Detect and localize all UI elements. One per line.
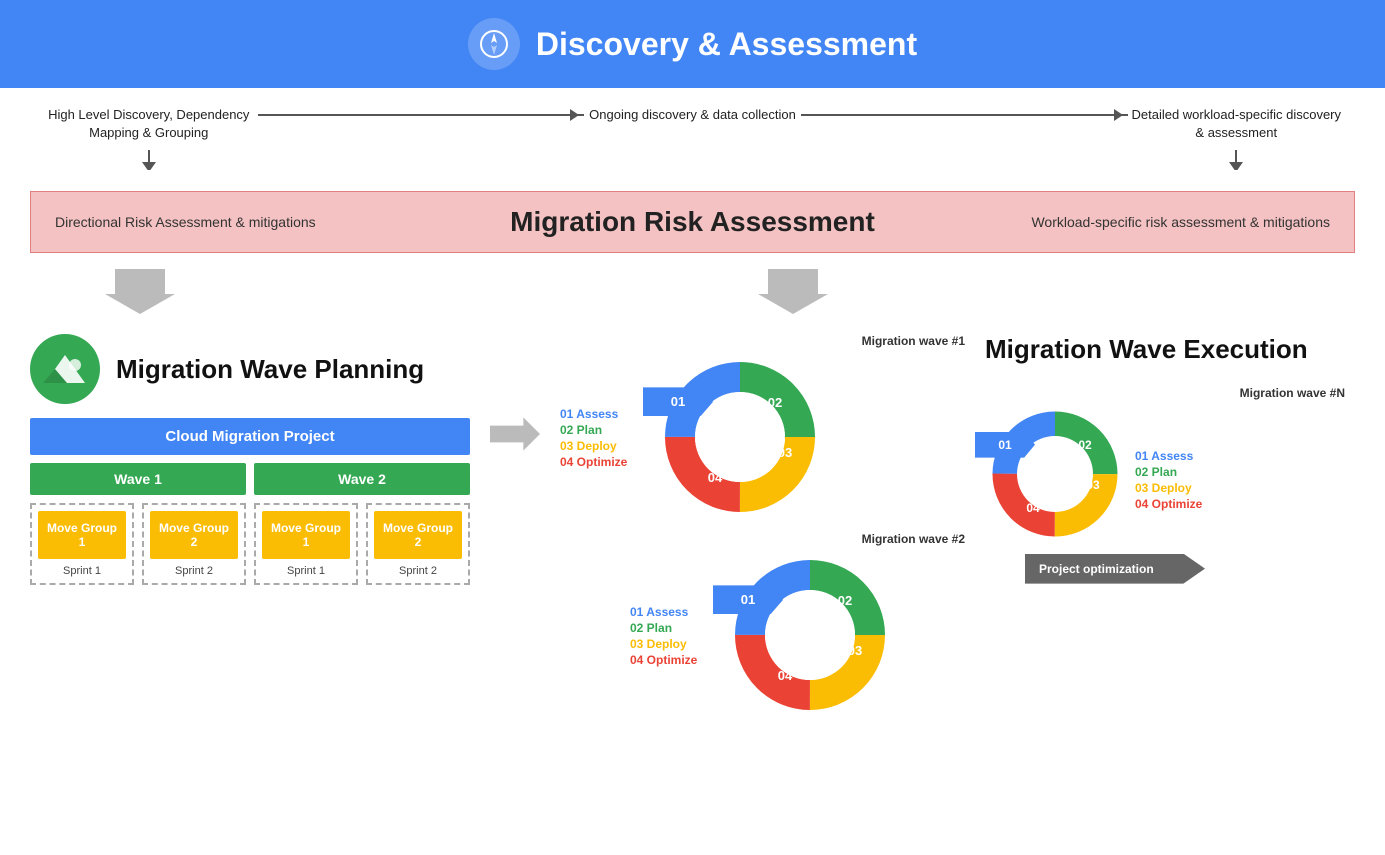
svg-text:04: 04 [778,668,793,683]
wave2-tab: 01 [713,585,783,614]
wave-2-section: Migration wave #2 01 Assess 02 Plan 03 D… [630,532,965,720]
move-group-2: Move Group 2 [150,511,238,559]
mountain-icon [30,334,100,404]
wave2-label: Migration wave #2 [630,532,965,546]
svg-text:03: 03 [1086,478,1100,492]
wave1-donut: 01 02 03 04 [655,352,825,522]
mwe-title: Migration Wave Execution [985,334,1355,365]
legend-02-waveN: 02 Plan [1135,465,1202,479]
discovery-arrow-right-2 [801,106,1127,116]
legend-02-wave1: 02 Plan [560,423,645,437]
waves-diagram: Migration wave #1 01 Assess 02 Plan 03 D… [550,334,975,720]
project-optimization-row: Project optimization [1025,554,1355,584]
mwp-header: Migration Wave Planning [30,334,470,404]
waves-row: Wave 1 Wave 2 [30,463,470,495]
waveN-legend: 01 Assess 02 Plan 03 Deploy 04 Optimize [1135,404,1202,511]
compass-icon [468,18,520,70]
move-group-container-3: Move Group 1 Sprint 1 [254,503,358,585]
wave2-legend: 01 Assess 02 Plan 03 Deploy 04 Optimize [630,550,715,667]
legend-03-waveN: 03 Deploy [1135,481,1202,495]
mwp-title: Migration Wave Planning [116,354,424,385]
move-group-4: Move Group 2 [374,511,462,559]
left-panel: Migration Wave Planning Cloud Migration … [30,334,480,585]
cloud-project-bar: Cloud Migration Project [30,418,470,455]
legend-01-wave1: 01 Assess [560,407,645,421]
project-optimization-arrow: Project optimization [1025,554,1205,584]
risk-assessment-bar: Directional Risk Assessment & mitigation… [30,191,1355,253]
move-group-container-2: Move Group 2 Sprint 2 [142,503,246,585]
sprint-label-3: Sprint 1 [287,565,325,577]
svg-text:03: 03 [848,643,862,658]
svg-text:02: 02 [1078,438,1092,452]
legend-04-wave1: 04 Optimize [560,455,645,469]
waveN-section: Migration wave #N 01 02 03 04 [985,386,1355,544]
risk-right-text: Workload-specific risk assessment & miti… [966,214,1330,230]
move-group-container-4: Move Group 2 Sprint 2 [366,503,470,585]
wave1-label: Migration wave #1 [560,334,965,348]
main-content: Migration Wave Planning Cloud Migration … [0,324,1385,740]
discovery-arrow-right-1 [258,106,584,116]
legend-03-wave1: 03 Deploy [560,439,645,453]
svg-text:02: 02 [768,395,782,410]
sprint-label-4: Sprint 2 [399,565,437,577]
sprint-label-2: Sprint 2 [175,565,213,577]
risk-left-text: Directional Risk Assessment & mitigation… [55,214,419,230]
waveN-donut: 01 02 03 04 [985,404,1125,544]
legend-01-waveN: 01 Assess [1135,449,1202,463]
right-panel: Migration Wave Execution Migration wave … [975,334,1355,583]
legend-04-wave2: 04 Optimize [630,653,715,667]
middle-arrow [480,334,550,454]
big-arrow-left [40,269,240,314]
page-title: Discovery & Assessment [536,26,917,63]
legend-02-wave2: 02 Plan [630,621,715,635]
move-group-3: Move Group 1 [262,511,350,559]
svg-text:02: 02 [838,593,852,608]
wave1-legend: 01 Assess 02 Plan 03 Deploy 04 Optimize [560,352,645,469]
svg-text:03: 03 [778,445,792,460]
waveN-label: Migration wave #N [985,386,1345,400]
move-group-container-1: Move Group 1 Sprint 1 [30,503,134,585]
legend-03-wave2: 03 Deploy [630,637,715,651]
svg-text:04: 04 [708,470,723,485]
waveN-tab: 01 [975,432,1035,458]
wave-1-section: Migration wave #1 01 Assess 02 Plan 03 D… [560,334,965,522]
legend-04-waveN: 04 Optimize [1135,497,1202,511]
wave1-tab: 01 [643,387,713,416]
header-bar: Discovery & Assessment [0,0,1385,88]
svg-text:04: 04 [1026,501,1040,515]
legend-01-wave2: 01 Assess [630,605,715,619]
sprint-label-1: Sprint 1 [63,565,101,577]
discovery-middle: Ongoing discovery & data collection [584,106,802,124]
big-arrow-right [618,269,968,314]
discovery-right: Detailed workload-specific discovery & a… [1128,106,1346,175]
wave2-donut: 01 02 03 04 [725,550,895,720]
discovery-row: High Level Discovery, Dependency Mapping… [0,88,1385,185]
risk-center-text: Migration Risk Assessment [419,206,965,238]
big-arrows-row [0,259,1385,324]
wave-1-box: Wave 1 [30,463,246,495]
discovery-left: High Level Discovery, Dependency Mapping… [40,106,258,175]
move-groups-row: Move Group 1 Sprint 1 Move Group 2 Sprin… [30,503,470,585]
move-group-1: Move Group 1 [38,511,126,559]
wave-2-box: Wave 2 [254,463,470,495]
